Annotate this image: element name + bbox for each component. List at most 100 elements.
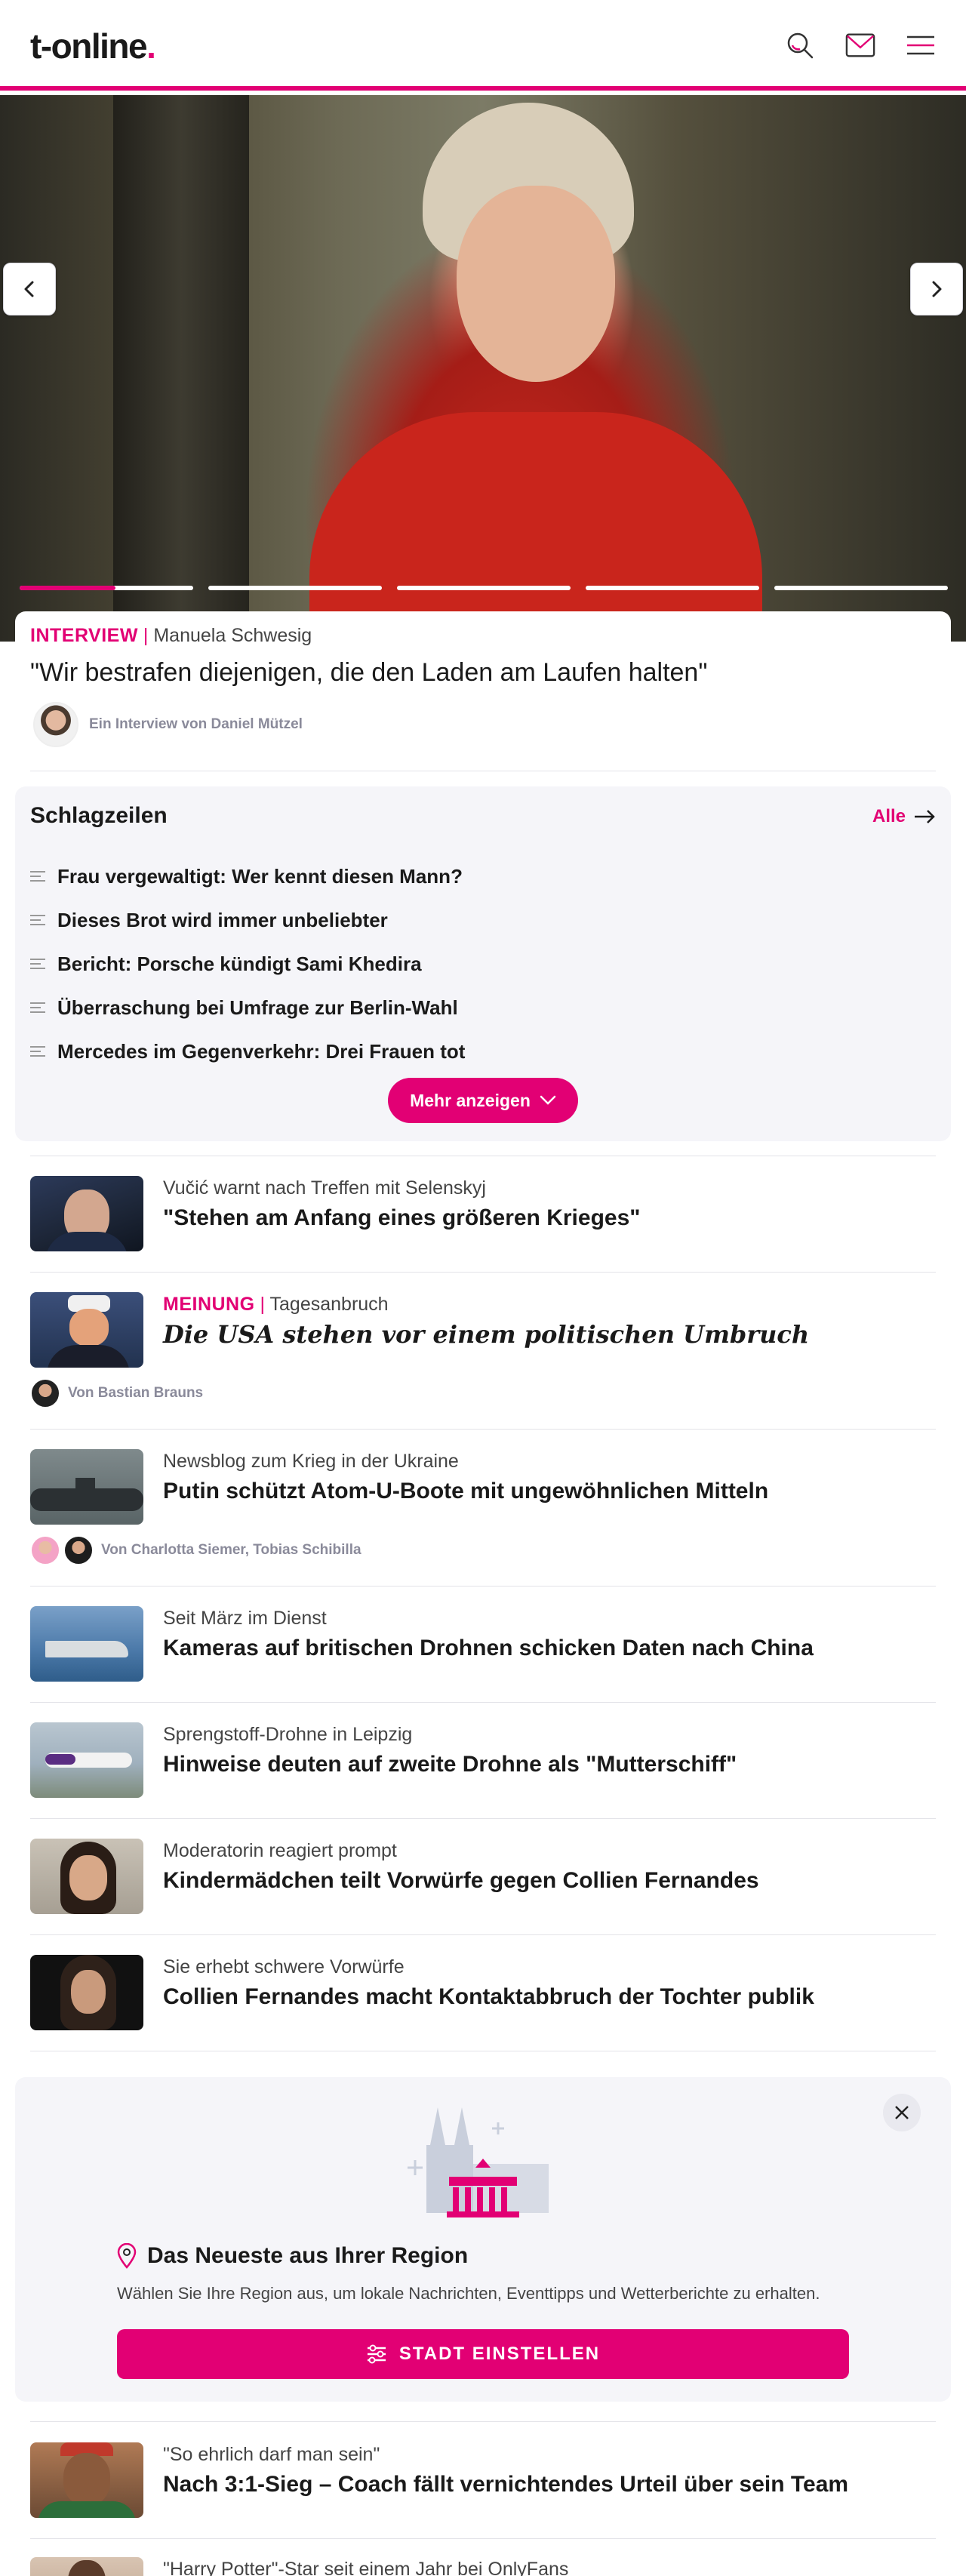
show-more-button[interactable]: Mehr anzeigen: [388, 1078, 578, 1123]
mail-icon[interactable]: [845, 30, 875, 60]
divider: [30, 2538, 936, 2539]
teaser-title: Hinweise deuten auf zweite Drohne als "M…: [163, 1752, 737, 1777]
teaser-author: Von Charlotta Siemer, Tobias Schibilla: [30, 1535, 361, 1565]
hero-next-button[interactable]: [910, 263, 963, 315]
divider: [30, 2421, 936, 2422]
divider: [30, 1934, 936, 1935]
headline-item[interactable]: Mercedes im Gegenverkehr: Drei Frauen to…: [30, 1029, 936, 1073]
headline-item[interactable]: Dieses Brot wird immer unbeliebter: [30, 898, 936, 942]
text-lines-icon: [30, 1002, 45, 1013]
headlines-section: Schlagzeilen Alle Frau vergewaltigt: Wer…: [15, 786, 951, 1141]
teaser-kicker: Sie erhebt schwere Vorwürfe: [163, 1956, 405, 1977]
opinion-tag: MEINUNG: [163, 1294, 255, 1315]
divider: [30, 1272, 936, 1273]
location-pin-icon: [117, 2243, 137, 2269]
teaser-item[interactable]: Newsblog zum Krieg in der Ukraine Putin …: [30, 1449, 936, 1570]
chevron-right-icon: [932, 281, 942, 297]
teaser-kicker: Moderatorin reagiert prompt: [163, 1840, 397, 1861]
hero-image-person-face: [457, 186, 615, 382]
teaser-image: [30, 1176, 143, 1251]
teaser-kicker: "Harry Potter"-Star seit einem Jahr bei …: [163, 2559, 569, 2576]
divider: [30, 1702, 936, 1703]
teaser-kicker: Sprengstoff-Drohne in Leipzig: [163, 1724, 413, 1745]
slide-indicator-5[interactable]: [774, 586, 948, 590]
teaser-item[interactable]: MEINUNG | Tagesanbruch Die USA stehen vo…: [30, 1292, 936, 1413]
hero-prev-button[interactable]: [3, 263, 56, 315]
hero-slider[interactable]: [0, 95, 966, 642]
text-lines-icon: [30, 915, 45, 925]
teaser-image: [30, 2557, 143, 2576]
set-city-button[interactable]: STADT EINSTELLEN: [117, 2329, 849, 2379]
author-avatar: [30, 1378, 60, 1408]
headline-item[interactable]: Frau vergewaltigt: Wer kennt diesen Mann…: [30, 854, 936, 898]
text-lines-icon: [30, 1046, 45, 1057]
teaser-title: Nach 3:1-Sieg – Coach fällt vernichtende…: [163, 2472, 849, 2497]
slide-progress-fill: [20, 586, 115, 590]
sliders-icon: [367, 2344, 386, 2364]
headlines-all-link[interactable]: Alle: [872, 806, 936, 827]
site-logo[interactable]: t-online.: [30, 26, 156, 66]
arrow-right-icon: [915, 810, 935, 823]
teaser-image: [30, 1292, 143, 1368]
teaser-kicker: Seit März im Dienst: [163, 1608, 327, 1629]
divider: [30, 1429, 936, 1430]
top-article-subject: Manuela Schwesig: [153, 625, 312, 646]
headline-item[interactable]: Überraschung bei Umfrage zur Berlin-Wahl: [30, 986, 936, 1029]
slide-indicator-1[interactable]: [20, 586, 193, 590]
teaser-title: Kameras auf britischen Drohnen schicken …: [163, 1636, 814, 1660]
author-avatar: [33, 702, 78, 747]
teaser-item[interactable]: "So ehrlich darf man sein" Nach 3:1-Sieg…: [30, 2442, 936, 2518]
teaser-title: Putin schützt Atom-U-Boote mit ungewöhnl…: [163, 1479, 769, 1503]
close-icon: [895, 2106, 909, 2119]
top-article-card[interactable]: INTERVIEW | Manuela Schwesig "Wir bestra…: [15, 611, 951, 770]
teaser-item[interactable]: Seit März im Dienst Kameras auf britisch…: [30, 1606, 936, 1682]
divider: [30, 1818, 936, 1819]
region-promo: Das Neueste aus Ihrer Region Wählen Sie …: [15, 2077, 951, 2402]
teaser-image: [30, 1839, 143, 1914]
teaser-image: [30, 1606, 143, 1682]
region-close-button[interactable]: [883, 2094, 921, 2131]
top-article-author: Ein Interview von Daniel Mützel: [33, 702, 303, 747]
menu-icon[interactable]: [906, 30, 936, 60]
divider: [30, 1586, 936, 1587]
teaser-kicker: MEINUNG | Tagesanbruch: [163, 1294, 389, 1315]
top-article-kicker: INTERVIEW | Manuela Schwesig: [30, 625, 312, 646]
teaser-title: Collien Fernandes macht Kontaktabbruch d…: [163, 1984, 814, 2009]
teaser-image: [30, 1955, 143, 2030]
teaser-item[interactable]: Sprengstoff-Drohne in Leipzig Hinweise d…: [30, 1722, 936, 1798]
teaser-item[interactable]: "Harry Potter"-Star seit einem Jahr bei …: [30, 2557, 936, 2576]
teaser-title: "Stehen am Anfang eines größeren Krieges…: [163, 1205, 641, 1230]
search-icon[interactable]: [785, 30, 815, 60]
headline-item[interactable]: Bericht: Porsche kündigt Sami Khedira: [30, 942, 936, 986]
headlines-list: Frau vergewaltigt: Wer kennt diesen Mann…: [30, 854, 936, 1073]
region-title: Das Neueste aus Ihrer Region: [117, 2243, 468, 2269]
teaser-item[interactable]: Sie erhebt schwere Vorwürfe Collien Fern…: [30, 1955, 936, 2030]
teaser-author: Von Bastian Brauns: [30, 1378, 203, 1408]
author-avatar: [63, 1535, 94, 1565]
chevron-down-icon: [540, 1095, 556, 1105]
hero-image-person-body: [309, 412, 762, 642]
teaser-title: Kindermädchen teilt Vorwürfe gegen Colli…: [163, 1868, 759, 1893]
teaser-kicker: Newsblog zum Krieg in der Ukraine: [163, 1451, 459, 1472]
teaser-image: [30, 1449, 143, 1525]
teaser-kicker: "So ehrlich darf man sein": [163, 2444, 380, 2465]
headlines-title: Schlagzeilen: [30, 803, 168, 828]
slide-indicator-4[interactable]: [586, 586, 759, 590]
teaser-image: [30, 1722, 143, 1798]
teaser-image: [30, 2442, 143, 2518]
teaser-title: Die USA stehen vor einem politischen Umb…: [163, 1320, 810, 1349]
teaser-kicker: Vučić warnt nach Treffen mit Selenskyj: [163, 1177, 486, 1199]
slide-indicator-2[interactable]: [208, 586, 382, 590]
teaser-item[interactable]: Vučić warnt nach Treffen mit Selenskyj "…: [30, 1176, 936, 1251]
chevron-left-icon: [24, 281, 34, 297]
top-article-tag: INTERVIEW: [30, 625, 138, 646]
text-lines-icon: [30, 871, 45, 882]
slide-indicator-3[interactable]: [397, 586, 571, 590]
teaser-item[interactable]: Moderatorin reagiert prompt Kindermädche…: [30, 1839, 936, 1914]
author-avatar: [30, 1535, 60, 1565]
city-skyline-icon: [408, 2107, 549, 2217]
site-header: t-online.: [0, 0, 966, 91]
text-lines-icon: [30, 959, 45, 969]
hero-image-tree: [113, 95, 249, 642]
top-article-headline[interactable]: "Wir bestrafen diejenigen, die den Laden…: [30, 658, 707, 688]
